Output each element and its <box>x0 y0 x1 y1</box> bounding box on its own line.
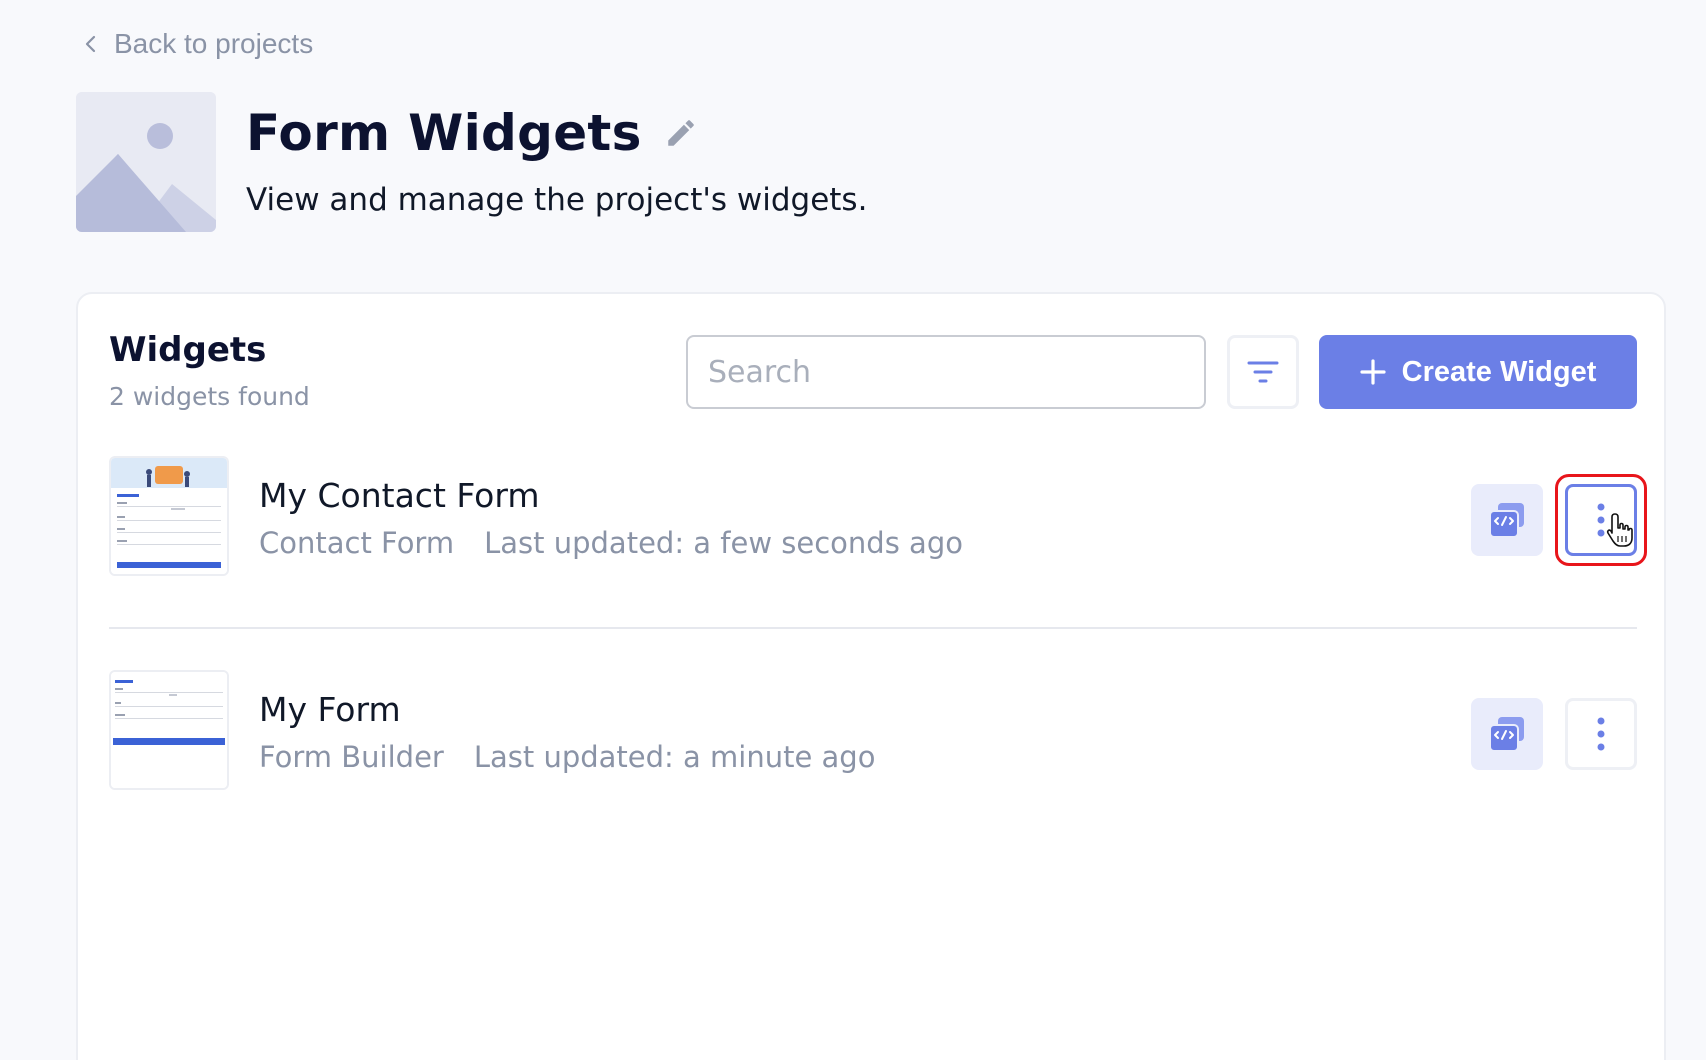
embed-code-icon <box>1489 717 1524 752</box>
widget-row[interactable]: My Contact Form Contact Form Last update… <box>109 456 1647 576</box>
widget-thumbnail <box>109 670 229 790</box>
chevron-left-icon <box>85 35 96 53</box>
more-vertical-icon <box>1597 503 1605 537</box>
back-link-label: Back to projects <box>114 28 314 59</box>
more-vertical-icon <box>1597 717 1605 751</box>
title-row: Form Widgets <box>246 104 867 162</box>
widgets-card: Widgets 2 widgets found Create Widget <box>76 292 1666 1060</box>
widgets-heading: Widgets <box>109 330 267 370</box>
more-options-button[interactable] <box>1565 484 1637 556</box>
widget-name[interactable]: My Form <box>259 690 401 729</box>
filter-button[interactable] <box>1227 335 1299 409</box>
search-input[interactable] <box>686 335 1206 409</box>
filter-icon <box>1247 361 1279 383</box>
page-subtitle: View and manage the project's widgets. <box>246 182 868 218</box>
widget-name[interactable]: My Contact Form <box>259 476 540 515</box>
plus-icon <box>1360 359 1386 385</box>
embed-code-button[interactable] <box>1471 698 1543 770</box>
project-thumbnail <box>76 92 216 232</box>
contact-form-preview-icon <box>111 458 227 574</box>
widget-updated: Last updated: a minute ago <box>473 740 876 774</box>
pencil-icon[interactable] <box>664 116 698 150</box>
row-divider <box>109 627 1637 629</box>
widget-thumbnail <box>109 456 229 576</box>
widgets-count: 2 widgets found <box>109 382 310 411</box>
widget-type: Form Builder <box>259 740 444 774</box>
page-title: Form Widgets <box>246 104 642 162</box>
create-widget-button[interactable]: Create Widget <box>1319 335 1637 409</box>
project-info: Form Widgets View and manage the project… <box>246 92 867 218</box>
image-placeholder-icon <box>76 92 216 232</box>
more-options-button[interactable] <box>1565 698 1637 770</box>
widget-meta: Form Builder Last updated: a minute ago <box>259 740 875 774</box>
embed-code-icon <box>1489 503 1524 538</box>
embed-code-button[interactable] <box>1471 484 1543 556</box>
project-header: Form Widgets View and manage the project… <box>76 92 867 232</box>
form-builder-preview-icon <box>111 672 227 788</box>
widget-meta: Contact Form Last updated: a few seconds… <box>259 526 963 560</box>
create-widget-label: Create Widget <box>1401 355 1597 388</box>
widget-type: Contact Form <box>259 526 455 560</box>
widget-row[interactable]: My Form Form Builder Last updated: a min… <box>109 670 1637 790</box>
widget-updated: Last updated: a few seconds ago <box>484 526 963 560</box>
back-to-projects-link[interactable]: Back to projects <box>82 28 313 60</box>
